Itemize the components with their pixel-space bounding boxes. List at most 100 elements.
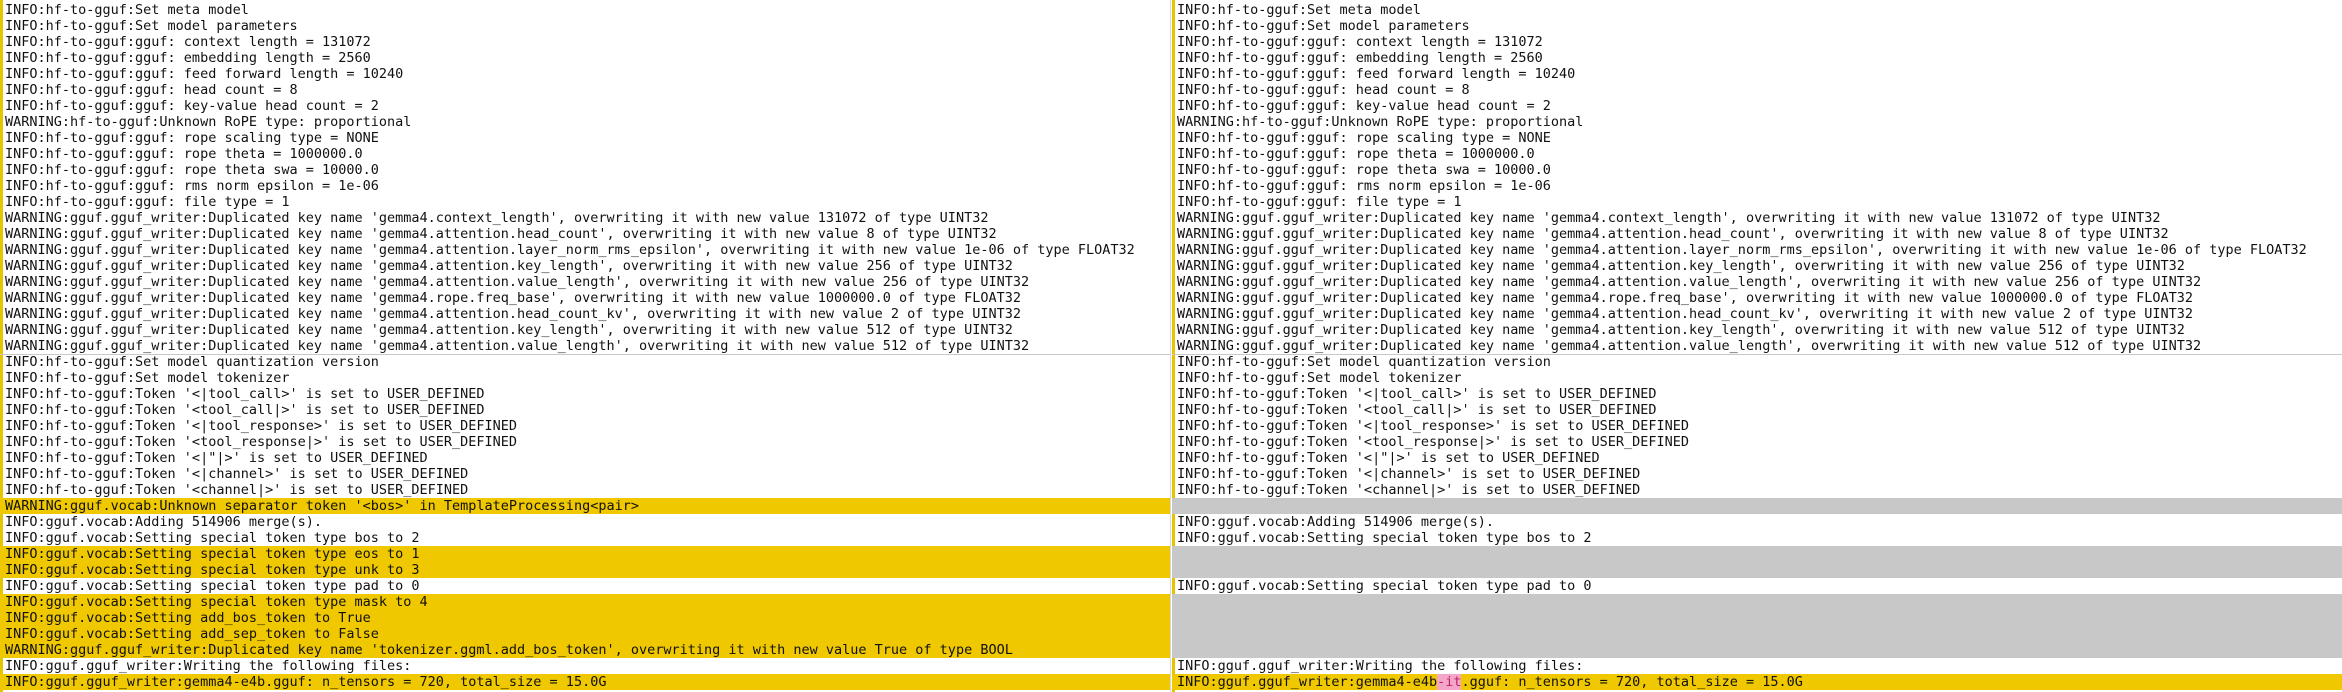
left-line-list: INFO:hf-to-gguf:Set meta model INFO:hf-to…: [0, 2, 1170, 690]
line-text: WARNING:gguf.gguf_writer:Duplicated key …: [1177, 226, 2169, 242]
log-line[interactable]: WARNING:hf-to-gguf:Unknown RoPE type: pr…: [1172, 114, 2342, 130]
log-line[interactable]: INFO:hf-to-gguf:Token '<tool_call|>' is …: [0, 402, 1170, 418]
log-line[interactable]: INFO:hf-to-gguf:gguf: context length = 1…: [1172, 34, 2342, 50]
line-text: INFO:hf-to-gguf:Token '<|tool_call>' is …: [5, 386, 485, 402]
log-line[interactable]: INFO:hf-to-gguf:Set meta model: [1172, 2, 2342, 18]
changed-log-line[interactable]: INFO:gguf.vocab:Setting add_bos_token to…: [0, 610, 1170, 626]
log-line[interactable]: WARNING:gguf.gguf_writer:Duplicated key …: [0, 338, 1170, 354]
log-line[interactable]: INFO:hf-to-gguf:gguf: rms norm epsilon =…: [0, 178, 1170, 194]
log-line[interactable]: INFO:gguf.vocab:Adding 514906 merge(s).: [1172, 514, 2342, 530]
changed-log-line[interactable]: INFO:gguf.vocab:Setting special token ty…: [0, 562, 1170, 578]
line-text: INFO:hf-to-gguf:gguf: head count = 8: [1177, 82, 1470, 98]
line-text: INFO:hf-to-gguf:Token '<tool_call|>' is …: [5, 402, 485, 418]
log-line[interactable]: INFO:gguf.vocab:Setting special token ty…: [1172, 578, 2342, 594]
changed-log-line[interactable]: INFO:gguf.gguf_writer:gemma4-e4b.gguf: n…: [0, 674, 1170, 690]
inline-diff-highlight: -it: [1437, 674, 1462, 690]
log-line[interactable]: INFO:gguf.vocab:Setting special token ty…: [1172, 530, 2342, 546]
diff-placeholder-line[interactable]: [1172, 594, 2342, 610]
log-line[interactable]: INFO:hf-to-gguf:gguf: file type = 1: [0, 194, 1170, 210]
log-line[interactable]: INFO:hf-to-gguf:gguf: key-value head cou…: [0, 98, 1170, 114]
diff-placeholder-line[interactable]: [1172, 610, 2342, 626]
log-line[interactable]: INFO:hf-to-gguf:gguf: feed forward lengt…: [0, 66, 1170, 82]
log-line[interactable]: INFO:hf-to-gguf:Set model quantization v…: [0, 354, 1170, 370]
log-line[interactable]: WARNING:gguf.gguf_writer:Duplicated key …: [1172, 242, 2342, 258]
diff-placeholder-line[interactable]: [1172, 546, 2342, 562]
line-text: INFO:hf-to-gguf:Token '<|tool_response>'…: [5, 418, 518, 434]
log-line[interactable]: INFO:hf-to-gguf:Set meta model: [0, 2, 1170, 18]
log-line[interactable]: INFO:hf-to-gguf:Set model quantization v…: [1172, 354, 2342, 370]
log-line[interactable]: WARNING:gguf.gguf_writer:Duplicated key …: [1172, 258, 2342, 274]
log-line[interactable]: INFO:gguf.vocab:Adding 514906 merge(s).: [0, 514, 1170, 530]
log-line[interactable]: INFO:hf-to-gguf:Set model tokenizer: [1172, 370, 2342, 386]
log-line[interactable]: INFO:hf-to-gguf:gguf: rope theta = 10000…: [0, 146, 1170, 162]
log-line[interactable]: INFO:hf-to-gguf:gguf: head count = 8: [0, 82, 1170, 98]
log-line[interactable]: INFO:hf-to-gguf:gguf: file type = 1: [1172, 194, 2342, 210]
log-line[interactable]: INFO:hf-to-gguf:Token '<channel|>' is se…: [0, 482, 1170, 498]
log-line[interactable]: WARNING:gguf.gguf_writer:Duplicated key …: [0, 210, 1170, 226]
log-line[interactable]: WARNING:gguf.gguf_writer:Duplicated key …: [1172, 322, 2342, 338]
log-line[interactable]: WARNING:gguf.gguf_writer:Duplicated key …: [0, 306, 1170, 322]
log-line[interactable]: INFO:hf-to-gguf:gguf: key-value head cou…: [1172, 98, 2342, 114]
log-line[interactable]: INFO:hf-to-gguf:Set model tokenizer: [0, 370, 1170, 386]
log-line[interactable]: WARNING:gguf.gguf_writer:Duplicated key …: [1172, 306, 2342, 322]
log-line[interactable]: INFO:hf-to-gguf:Token '<channel|>' is se…: [1172, 482, 2342, 498]
log-line[interactable]: INFO:hf-to-gguf:Token '<|channel>' is se…: [0, 466, 1170, 482]
diff-placeholder-line[interactable]: [1172, 562, 2342, 578]
log-line[interactable]: WARNING:gguf.gguf_writer:Duplicated key …: [0, 226, 1170, 242]
log-line[interactable]: INFO:hf-to-gguf:gguf: rope theta swa = 1…: [0, 162, 1170, 178]
log-line[interactable]: WARNING:gguf.gguf_writer:Duplicated key …: [0, 290, 1170, 306]
diff-placeholder-line[interactable]: [1172, 642, 2342, 658]
log-line[interactable]: WARNING:hf-to-gguf:Unknown RoPE type: pr…: [0, 114, 1170, 130]
log-line[interactable]: INFO:hf-to-gguf:gguf: head count = 8: [1172, 82, 2342, 98]
log-line[interactable]: INFO:hf-to-gguf:gguf: rope scaling type …: [1172, 130, 2342, 146]
log-line[interactable]: INFO:hf-to-gguf:Token '<|"|>' is set to …: [0, 450, 1170, 466]
line-text: WARNING:gguf.gguf_writer:Duplicated key …: [5, 210, 989, 226]
line-text: WARNING:gguf.gguf_writer:Duplicated key …: [1177, 322, 2185, 338]
log-line[interactable]: INFO:hf-to-gguf:gguf: rope scaling type …: [0, 130, 1170, 146]
log-line[interactable]: INFO:hf-to-gguf:gguf: feed forward lengt…: [1172, 66, 2342, 82]
left-diff-pane[interactable]: INFO:hf-to-gguf:Set meta model INFO:hf-to…: [0, 0, 1171, 692]
changed-log-line[interactable]: INFO:gguf.gguf_writer:gemma4-e4b-it.gguf…: [1172, 674, 2342, 690]
log-line[interactable]: WARNING:gguf.gguf_writer:Duplicated key …: [1172, 338, 2342, 354]
log-line[interactable]: INFO:hf-to-gguf:Token '<tool_response|>'…: [1172, 434, 2342, 450]
right-diff-pane[interactable]: INFO:hf-to-gguf:Set meta model INFO:hf-to…: [1172, 0, 2342, 692]
log-line[interactable]: INFO:gguf.gguf_writer:Writing the follow…: [0, 658, 1170, 674]
changed-log-line[interactable]: INFO:gguf.vocab:Setting special token ty…: [0, 546, 1170, 562]
log-line[interactable]: WARNING:gguf.gguf_writer:Duplicated key …: [1172, 290, 2342, 306]
log-line[interactable]: INFO:hf-to-gguf:gguf: rope theta = 10000…: [1172, 146, 2342, 162]
changed-log-line[interactable]: INFO:gguf.vocab:Setting special token ty…: [0, 594, 1170, 610]
log-line[interactable]: INFO:hf-to-gguf:Token '<|"|>' is set to …: [1172, 450, 2342, 466]
log-line[interactable]: WARNING:gguf.gguf_writer:Duplicated key …: [0, 274, 1170, 290]
log-line[interactable]: INFO:hf-to-gguf:Token '<|tool_call>' is …: [1172, 386, 2342, 402]
log-line[interactable]: WARNING:gguf.gguf_writer:Duplicated key …: [1172, 226, 2342, 242]
log-line[interactable]: INFO:hf-to-gguf:gguf: embedding length =…: [1172, 50, 2342, 66]
diff-placeholder-line[interactable]: [1172, 626, 2342, 642]
log-line[interactable]: INFO:hf-to-gguf:Token '<|tool_response>'…: [0, 418, 1170, 434]
log-line[interactable]: INFO:hf-to-gguf:Token '<|tool_call>' is …: [0, 386, 1170, 402]
diff-placeholder-line[interactable]: [1172, 498, 2342, 514]
line-text: WARNING:gguf.gguf_writer:Duplicated key …: [5, 274, 1030, 290]
log-line[interactable]: INFO:gguf.vocab:Setting special token ty…: [0, 530, 1170, 546]
line-text: WARNING:gguf.gguf_writer:Duplicated key …: [1177, 290, 2193, 306]
line-text: INFO:hf-to-gguf:gguf: embedding length =…: [5, 50, 371, 66]
log-line[interactable]: INFO:gguf.vocab:Setting special token ty…: [0, 578, 1170, 594]
log-line[interactable]: WARNING:gguf.gguf_writer:Duplicated key …: [1172, 274, 2342, 290]
log-line[interactable]: WARNING:gguf.gguf_writer:Duplicated key …: [1172, 210, 2342, 226]
log-line[interactable]: INFO:hf-to-gguf:gguf: rms norm epsilon =…: [1172, 178, 2342, 194]
log-line[interactable]: WARNING:gguf.gguf_writer:Duplicated key …: [0, 258, 1170, 274]
log-line[interactable]: INFO:hf-to-gguf:gguf: context length = 1…: [0, 34, 1170, 50]
changed-log-line[interactable]: WARNING:gguf.gguf_writer:Duplicated key …: [0, 642, 1170, 658]
changed-log-line[interactable]: WARNING:gguf.vocab:Unknown separator tok…: [0, 498, 1170, 514]
log-line[interactable]: WARNING:gguf.gguf_writer:Duplicated key …: [0, 322, 1170, 338]
log-line[interactable]: INFO:hf-to-gguf:gguf: rope theta swa = 1…: [1172, 162, 2342, 178]
log-line[interactable]: INFO:hf-to-gguf:gguf: embedding length =…: [0, 50, 1170, 66]
log-line[interactable]: INFO:hf-to-gguf:Set model parameters: [1172, 18, 2342, 34]
log-line[interactable]: INFO:hf-to-gguf:Token '<tool_call|>' is …: [1172, 402, 2342, 418]
log-line[interactable]: INFO:hf-to-gguf:Set model parameters: [0, 18, 1170, 34]
changed-log-line[interactable]: INFO:gguf.vocab:Setting add_sep_token to…: [0, 626, 1170, 642]
log-line[interactable]: WARNING:gguf.gguf_writer:Duplicated key …: [0, 242, 1170, 258]
log-line[interactable]: INFO:gguf.gguf_writer:Writing the follow…: [1172, 658, 2342, 674]
log-line[interactable]: INFO:hf-to-gguf:Token '<tool_response|>'…: [0, 434, 1170, 450]
log-line[interactable]: INFO:hf-to-gguf:Token '<|tool_response>'…: [1172, 418, 2342, 434]
log-line[interactable]: INFO:hf-to-gguf:Token '<|channel>' is se…: [1172, 466, 2342, 482]
